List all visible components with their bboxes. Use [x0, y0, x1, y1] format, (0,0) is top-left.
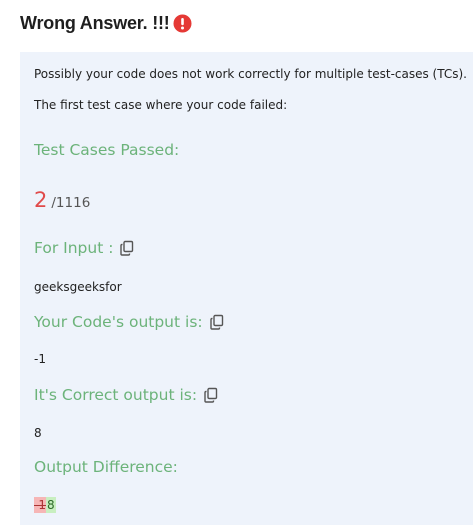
- output-difference-label: Output Difference:: [34, 458, 178, 476]
- exclamation-circle-icon: [173, 14, 192, 33]
- output-difference-label-text: Output Difference:: [34, 458, 178, 476]
- input-value: geeksgeeksfor: [34, 280, 122, 294]
- first-failed-message: The first test case where your code fail…: [34, 98, 288, 112]
- test-cases-label: Test Cases Passed:: [34, 141, 179, 159]
- total-count: /1116: [51, 195, 91, 211]
- copy-icon[interactable]: [119, 240, 135, 256]
- your-output-label: Your Code's output is:: [34, 313, 225, 331]
- result-title: Wrong Answer. !!!: [20, 12, 170, 33]
- failure-message: Possibly your code does not work correct…: [34, 67, 467, 81]
- correct-output-label: It's Correct output is:: [34, 386, 219, 404]
- correct-output-value: 8: [34, 426, 42, 440]
- result-panel: Possibly your code does not work correct…: [20, 52, 473, 525]
- test-cases-label-text: Test Cases Passed:: [34, 141, 180, 159]
- copy-icon[interactable]: [209, 314, 225, 330]
- input-label-text: For Input :: [34, 239, 114, 257]
- test-cases-score: 2 /1116: [34, 188, 90, 212]
- diff-removed-text: -1: [34, 497, 46, 513]
- passed-count: 2: [34, 188, 48, 212]
- copy-icon[interactable]: [203, 387, 219, 403]
- your-output-value: -1: [34, 352, 46, 366]
- output-difference: -1 8: [34, 495, 56, 515]
- your-output-label-text: Your Code's output is:: [34, 313, 203, 331]
- input-label: For Input :: [34, 239, 135, 257]
- correct-output-label-text: It's Correct output is:: [34, 386, 198, 404]
- result-header: Wrong Answer. !!!: [20, 8, 192, 38]
- diff-added-text: 8: [45, 497, 56, 513]
